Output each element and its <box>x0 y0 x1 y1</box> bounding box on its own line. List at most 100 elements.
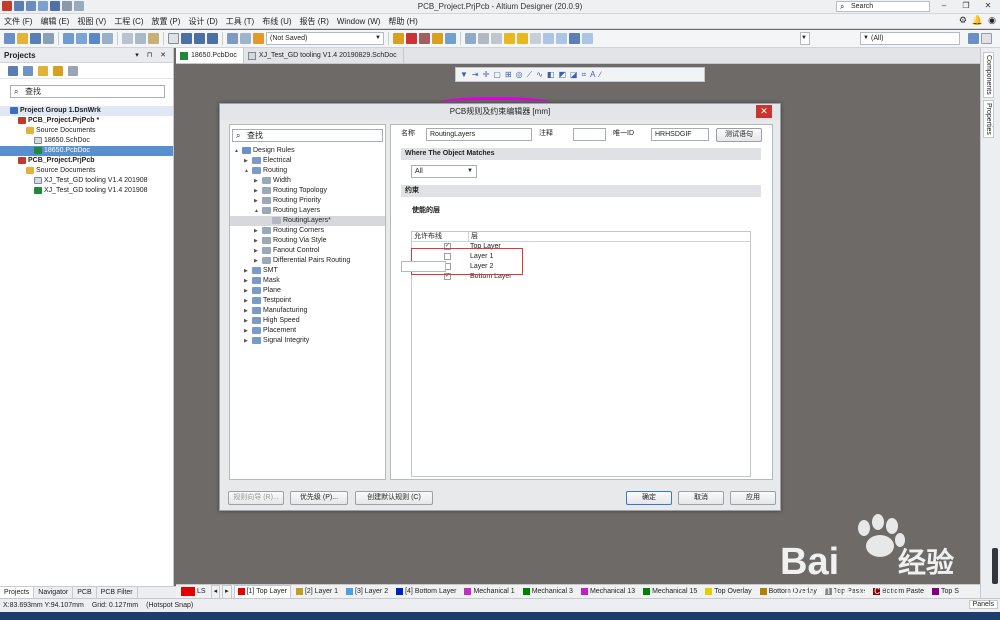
components-panel-tab[interactable]: Components <box>983 52 994 98</box>
align-icon[interactable] <box>419 33 430 44</box>
paste-icon[interactable] <box>148 33 159 44</box>
rule-tree-item[interactable]: ▲ Routing Layers <box>230 206 385 216</box>
variant-select[interactable]: (Not Saved) ▼ <box>266 32 384 45</box>
copy-icon[interactable] <box>135 33 146 44</box>
dimension-icon[interactable] <box>582 33 593 44</box>
text-place-icon[interactable]: A <box>590 70 595 79</box>
apply-button[interactable]: 应用 <box>730 491 776 505</box>
expand-icon[interactable]: ▶ <box>254 176 262 186</box>
project-tree-item[interactable]: Source Documents <box>0 126 173 136</box>
via-icon[interactable] <box>504 33 515 44</box>
toolbar-undo-icon[interactable] <box>227 33 238 44</box>
rule-tree-item[interactable]: ▶ Signal Integrity <box>230 336 385 346</box>
layer-tab[interactable]: [2] Layer 1 <box>293 586 341 598</box>
layer-tab[interactable]: [1] Top Layer <box>233 584 291 599</box>
rule-tree-item[interactable]: ▶ Differential Pairs Routing <box>230 256 385 266</box>
rule-tree-item[interactable]: ▶ Plane <box>230 286 385 296</box>
rule-name-input[interactable]: RoutingLayers <box>426 128 532 141</box>
rule-tree-item[interactable]: ▶ Routing Priority <box>230 196 385 206</box>
save-project-icon[interactable] <box>8 65 18 76</box>
object-match-select[interactable]: All ▼ <box>411 165 477 178</box>
properties-panel-tab[interactable]: Properties <box>983 100 994 138</box>
project-tree-item[interactable]: PCB_Project.PrjPcb <box>0 156 173 166</box>
fill-icon[interactable] <box>478 33 489 44</box>
panel-pin-icon[interactable]: ▾ ⊓ ✕ <box>135 48 169 63</box>
rule-tree-item[interactable]: ▶ Routing Topology <box>230 186 385 196</box>
expand-icon[interactable]: ▶ <box>244 296 252 306</box>
component-icon[interactable]: ⊞ <box>505 70 512 79</box>
menu-item[interactable]: 帮助 (H) <box>384 14 421 29</box>
expand-icon[interactable]: ▶ <box>244 286 252 296</box>
layer-set-select[interactable]: ▼ <box>800 32 810 45</box>
panel-tab-navigator[interactable]: Navigator <box>34 586 74 599</box>
layer-tab[interactable]: LS <box>178 586 209 598</box>
panel-settings-icon[interactable] <box>68 65 78 76</box>
filter-icon[interactable]: ▼ <box>460 70 468 79</box>
layer-tab[interactable]: Mechanical 1 <box>461 586 517 598</box>
dimension-place-icon[interactable]: ⌗ <box>582 70 587 80</box>
toolbar-redo-icon[interactable] <box>240 33 251 44</box>
add-folder-icon[interactable] <box>38 65 48 76</box>
project-tree-item[interactable]: 18650.PcbDoc <box>0 146 173 156</box>
scroll-left-icon[interactable]: ◂ <box>210 584 221 599</box>
menu-item[interactable]: 放置 (P) <box>148 14 185 29</box>
comment-input[interactable] <box>573 128 606 141</box>
layer-tab[interactable]: Mechanical 15 <box>640 586 700 598</box>
deselect-icon[interactable] <box>194 33 205 44</box>
layer-tab[interactable]: [3] Layer 2 <box>343 586 391 598</box>
document-tab[interactable]: 18650.PcbDoc <box>176 48 244 63</box>
cross-probe-icon[interactable] <box>102 33 113 44</box>
polygon-place-icon[interactable]: ◩ <box>558 70 566 79</box>
create-default-rules-button[interactable]: 创建默认规则 (C) <box>355 491 433 505</box>
clear-filter-icon[interactable] <box>207 33 218 44</box>
route-icon[interactable]: ⇥ <box>472 70 479 79</box>
unique-id-input[interactable]: HRHSDGIF <box>651 128 709 141</box>
open-folder-icon[interactable] <box>17 33 28 44</box>
region-icon[interactable] <box>543 33 554 44</box>
print-doc-icon[interactable] <box>43 33 54 44</box>
account-icon[interactable]: ◉ <box>988 15 996 26</box>
place-component-icon[interactable] <box>406 33 417 44</box>
vertical-scrollbar-thumb[interactable] <box>992 548 998 584</box>
fill-place-icon[interactable]: ◧ <box>547 70 555 79</box>
expand-icon[interactable]: ▶ <box>244 336 252 346</box>
close-window-button[interactable]: ✕ <box>978 0 998 13</box>
projects-search-input[interactable]: ⌕ 查找 <box>10 85 165 98</box>
expand-icon[interactable]: ▶ <box>244 276 252 286</box>
rule-tree-item[interactable]: ▶ SMT <box>230 266 385 276</box>
project-tree-item[interactable]: XJ_Test_GD tooling V1.4 201908 <box>0 176 173 186</box>
rule-tree-item[interactable]: ▶ Mask <box>230 276 385 286</box>
layer-tab[interactable]: Mechanical 3 <box>520 586 576 598</box>
expand-icon[interactable]: ▶ <box>254 246 262 256</box>
menu-item[interactable]: Window (W) <box>333 14 385 29</box>
rule-tree-item[interactable]: RoutingLayers* <box>230 216 385 226</box>
menu-item[interactable]: 工具 (T) <box>222 14 258 29</box>
add-document-icon[interactable] <box>53 65 63 76</box>
rule-tree-item[interactable]: ▲ Routing <box>230 166 385 176</box>
pad-icon[interactable] <box>517 33 528 44</box>
panel-tab-pcb-filter[interactable]: PCB Filter <box>97 586 138 599</box>
menu-item[interactable]: 视图 (V) <box>73 14 110 29</box>
rule-tree-item[interactable]: ▶ Manufacturing <box>230 306 385 316</box>
expand-icon[interactable]: ▶ <box>244 266 252 276</box>
project-tree-item[interactable]: PCB_Project.PrjPcb * <box>0 116 173 126</box>
panel-tab-pcb[interactable]: PCB <box>73 586 97 599</box>
document-tab[interactable]: XJ_Test_GD tooling V1.4 20190829.SchDoc <box>244 48 404 63</box>
priorities-button[interactable]: 优先级 (P)... <box>290 491 348 505</box>
menu-item[interactable]: 工程 (C) <box>110 14 147 29</box>
project-tree-item[interactable]: 18650.SchDoc <box>0 136 173 146</box>
rule-check-icon[interactable] <box>253 33 264 44</box>
filter-options-icon[interactable] <box>968 33 979 44</box>
grid-icon[interactable] <box>445 33 456 44</box>
cancel-button[interactable]: 取消 <box>678 491 724 505</box>
expand-icon[interactable]: ▶ <box>254 226 262 236</box>
rule-tree-item[interactable]: ▶ Testpoint <box>230 296 385 306</box>
place-track-icon[interactable] <box>393 33 404 44</box>
menu-item[interactable]: 文件 (F) <box>0 14 36 29</box>
zoom-fit-icon[interactable] <box>63 33 74 44</box>
rule-tree-item[interactable]: ▶ Routing Via Style <box>230 236 385 246</box>
cut-icon[interactable] <box>122 33 133 44</box>
toolbar-overflow-icon[interactable] <box>981 33 992 44</box>
expand-icon[interactable]: ▶ <box>254 196 262 206</box>
maximize-button[interactable]: ❐ <box>956 0 976 13</box>
